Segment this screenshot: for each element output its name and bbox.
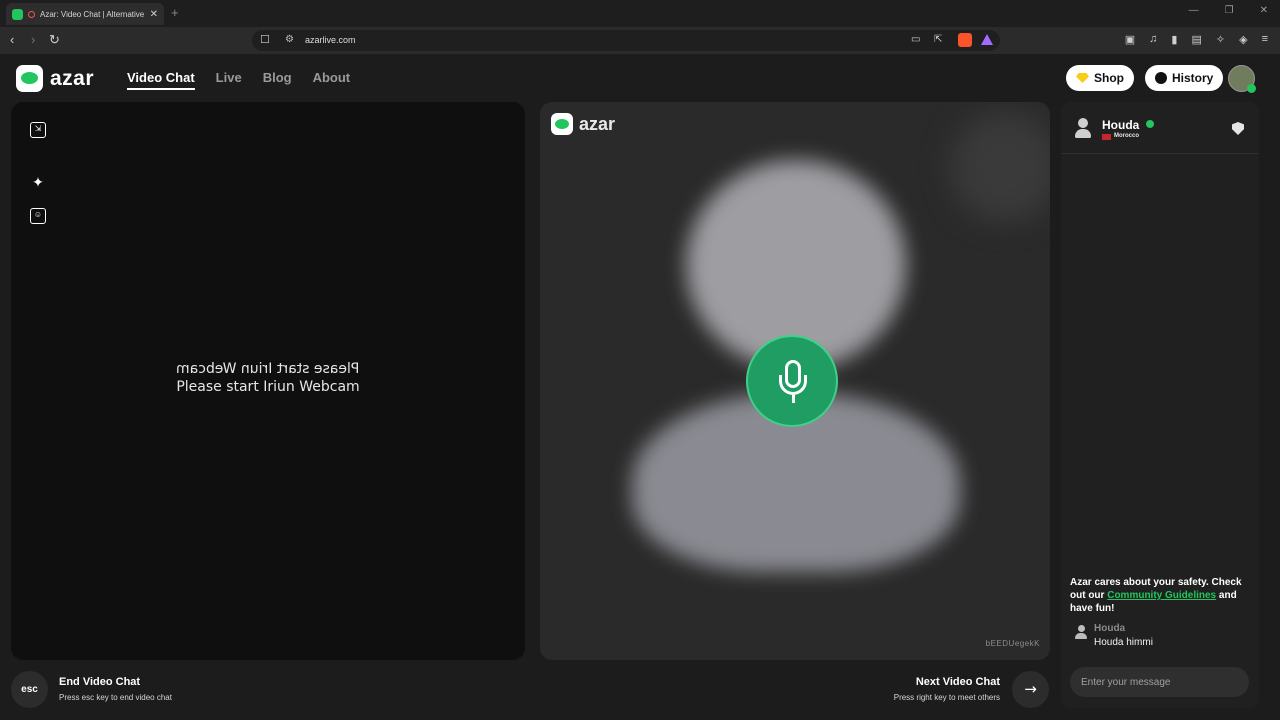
mic-stem bbox=[792, 395, 795, 403]
bookmark-icon[interactable]: ☐ bbox=[260, 33, 270, 46]
face-mask-icon[interactable]: ☺ bbox=[30, 208, 46, 224]
session-code: bEEDUegekK bbox=[985, 639, 1040, 648]
cast-icon[interactable]: ▭ bbox=[911, 34, 920, 45]
browser-extension-icons: ▣ ♫ ▮ ▤ ✧ ◈ ≡ bbox=[1125, 33, 1268, 46]
local-video-panel: ⇲ ✦ ☺ Please start Iriun Webcam Please s… bbox=[11, 102, 525, 660]
end-chat-title: End Video Chat bbox=[59, 676, 141, 688]
site-info-icon[interactable]: ⚙ bbox=[285, 34, 294, 45]
recording-icon bbox=[28, 10, 35, 18]
remote-video-panel: azar bEEDUegekK bbox=[540, 102, 1050, 660]
restore-icon[interactable]: ❐ bbox=[1225, 5, 1234, 16]
nav-video-chat[interactable]: Video Chat bbox=[127, 70, 195, 90]
logo-text: azar bbox=[50, 66, 95, 90]
nav-about[interactable]: About bbox=[313, 70, 351, 90]
online-status-icon bbox=[1247, 84, 1256, 93]
chat-header: Houda Morocco bbox=[1061, 102, 1259, 154]
webcam-message: Please start Iriun Webcam Please start I… bbox=[11, 360, 525, 396]
reload-icon[interactable]: ↻ bbox=[49, 32, 60, 48]
morocco-flag-icon bbox=[1102, 134, 1111, 140]
clock-icon bbox=[1155, 72, 1167, 84]
gem-icon bbox=[1076, 73, 1089, 83]
report-shield-icon[interactable] bbox=[1232, 122, 1244, 135]
close-tab-icon[interactable]: ✕ bbox=[150, 9, 158, 20]
effects-sparkle-icon[interactable]: ✦ bbox=[30, 174, 46, 190]
next-chat-title: Next Video Chat bbox=[915, 676, 1000, 688]
window-controls: — ❐ ✕ bbox=[1189, 5, 1268, 16]
azar-favicon-icon bbox=[12, 8, 23, 20]
next-chat-hint: Press right key to meet others bbox=[893, 693, 1000, 702]
url-text: azarlive.com bbox=[305, 35, 356, 45]
leo-ai-icon[interactable]: ✧ bbox=[1216, 33, 1225, 46]
browser-tab[interactable]: Azar: Video Chat | Alternative ✕ bbox=[6, 3, 164, 25]
shop-button[interactable]: Shop bbox=[1066, 65, 1134, 91]
browser-toolbar: ‹ › ↻ ☐ ⚙ azarlive.com ▭ ⇱ ▣ ♫ ▮ ▤ ✧ ◈ ≡ bbox=[0, 27, 1280, 54]
azar-app: azar Video Chat Live Blog About Shop His… bbox=[0, 54, 1280, 720]
brave-rewards-icon[interactable] bbox=[981, 34, 993, 45]
share-icon[interactable]: ⇱ bbox=[934, 34, 942, 45]
azar-watermark-icon bbox=[551, 113, 573, 135]
new-tab-button[interactable]: + bbox=[171, 5, 179, 20]
message-avatar-icon bbox=[1075, 625, 1087, 639]
nav-blog[interactable]: Blog bbox=[263, 70, 292, 90]
back-icon[interactable]: ‹ bbox=[10, 32, 14, 47]
chat-panel: Houda Morocco Azar cares about your safe… bbox=[1061, 102, 1259, 708]
video-watermark-logo: azar bbox=[551, 113, 615, 135]
end-chat-hint: Press esc key to end video chat bbox=[59, 693, 172, 702]
profile-avatar[interactable] bbox=[1228, 65, 1256, 93]
minimize-icon[interactable]: — bbox=[1189, 5, 1199, 16]
community-guidelines-link[interactable]: Community Guidelines bbox=[1107, 590, 1216, 601]
wallet-icon[interactable]: ▤ bbox=[1191, 33, 1201, 46]
browser-tab-bar: Azar: Video Chat | Alternative ✕ + — ❐ ✕ bbox=[0, 0, 1280, 27]
menu-icon[interactable]: ≡ bbox=[1262, 33, 1268, 46]
forward-icon[interactable]: › bbox=[31, 32, 35, 47]
tab-title: Azar: Video Chat | Alternative bbox=[40, 9, 145, 19]
shop-label: Shop bbox=[1094, 71, 1124, 85]
chat-message-input[interactable] bbox=[1070, 667, 1249, 697]
blurred-background bbox=[950, 112, 1050, 222]
minimize-video-icon[interactable]: ⇲ bbox=[30, 122, 46, 138]
partner-name: Houda bbox=[1102, 118, 1140, 132]
music-icon[interactable]: ♫ bbox=[1149, 33, 1157, 46]
close-window-icon[interactable]: ✕ bbox=[1260, 5, 1268, 16]
webcam-message-text: Please start Iriun Webcam bbox=[176, 379, 360, 395]
main-nav: Video Chat Live Blog About bbox=[127, 70, 350, 90]
microphone-icon[interactable] bbox=[746, 335, 838, 427]
vpn-icon[interactable]: ◈ bbox=[1239, 33, 1247, 46]
history-button[interactable]: History bbox=[1145, 65, 1224, 91]
webcam-message-mirrored: Please start Iriun Webcam bbox=[176, 361, 360, 377]
address-bar[interactable]: ☐ ⚙ azarlive.com ▭ ⇱ bbox=[252, 30, 1000, 51]
history-label: History bbox=[1172, 71, 1214, 85]
partner-country: Morocco bbox=[1114, 133, 1140, 139]
mic-holder bbox=[779, 375, 807, 395]
verified-badge-icon bbox=[1146, 120, 1154, 128]
next-chat-arrow-icon[interactable]: → bbox=[1012, 671, 1049, 708]
message-sender: Houda bbox=[1094, 623, 1126, 634]
azar-logo[interactable]: azar bbox=[16, 65, 94, 92]
safety-notice: Azar cares about your safety. Check out … bbox=[1070, 576, 1252, 615]
screenshot-icon[interactable]: ▣ bbox=[1125, 33, 1135, 46]
sidebar-icon[interactable]: ▮ bbox=[1171, 33, 1177, 46]
end-chat-button[interactable]: esc bbox=[11, 671, 48, 708]
brave-shield-icon[interactable] bbox=[958, 33, 972, 47]
partner-avatar-icon bbox=[1075, 118, 1091, 138]
message-text: Houda himmi bbox=[1094, 637, 1153, 648]
watermark-text: azar bbox=[579, 113, 616, 134]
nav-live[interactable]: Live bbox=[216, 70, 242, 90]
azar-logo-icon bbox=[16, 65, 43, 92]
